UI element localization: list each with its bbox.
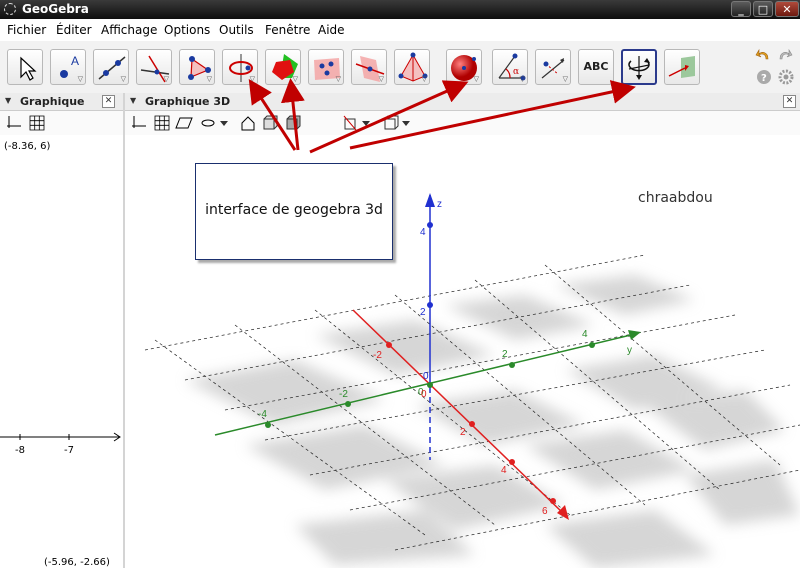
arrow-to-circle-tool — [248, 78, 297, 151]
arrow-to-rotate-view-tool — [349, 80, 636, 150]
arrow-to-sphere-tool — [309, 80, 469, 154]
arrow-to-intersect-tool — [280, 78, 305, 151]
annotation-arrows — [248, 78, 636, 154]
